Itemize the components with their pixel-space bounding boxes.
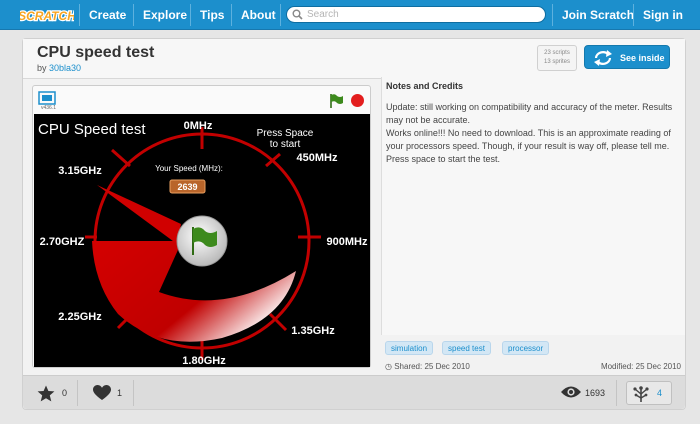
eye-icon xyxy=(561,386,581,398)
notes-paragraph: Update: still working on compatibility a… xyxy=(386,102,673,125)
nav-create[interactable]: Create xyxy=(79,0,136,30)
dial-label: 3.15GHz xyxy=(58,165,102,177)
remix-button[interactable]: 4 xyxy=(626,381,672,405)
project-author-line: by 30bla30 xyxy=(37,63,81,73)
views-count: 1693 xyxy=(585,388,606,398)
see-inside-button[interactable]: See inside xyxy=(584,45,670,69)
love-stat[interactable]: 0 xyxy=(37,376,71,410)
stage-hint-line1: Press Space xyxy=(257,128,314,139)
sign-in-link[interactable]: Sign in xyxy=(633,0,693,30)
notes-body: Update: still working on compatibility a… xyxy=(386,101,682,166)
stats-divider xyxy=(133,380,134,406)
remix-count: 4 xyxy=(657,388,663,398)
shared-date: ◷ Shared: 25 Dec 2010 xyxy=(385,362,470,371)
speed-gauge: Your Speed (MHz): 2639 CPU Speed test Pr… xyxy=(38,120,368,367)
stage-hint-line2: to start xyxy=(270,139,301,150)
project-header: CPU speed test by 30bla30 23 scripts 13 … xyxy=(23,39,685,79)
top-nav: SCRATCH Create Explore Tips About Join S… xyxy=(0,0,700,30)
dial-label: 2.70GHZ xyxy=(40,236,85,248)
nav-tips[interactable]: Tips xyxy=(190,0,234,30)
search-box[interactable] xyxy=(286,6,546,23)
search-input[interactable] xyxy=(307,8,539,21)
views-stat: 1693 xyxy=(561,376,611,410)
nav-about[interactable]: About xyxy=(231,0,286,30)
nav-divider xyxy=(280,4,281,26)
nav-explore[interactable]: Explore xyxy=(133,0,197,30)
logo-text: SCRATCH xyxy=(20,9,74,23)
love-count: 0 xyxy=(62,388,68,398)
dial-label: 0MHz xyxy=(184,120,213,132)
author-link[interactable]: 30bla30 xyxy=(49,63,81,73)
notes-panel: Notes and Credits Update: still working … xyxy=(381,77,685,335)
notes-paragraph: Works online!!! No need to download. Thi… xyxy=(386,128,671,164)
project-counts: 23 scripts 13 sprites xyxy=(537,45,577,71)
heart-icon xyxy=(93,385,111,400)
stats-bar: 0 1 1693 4 xyxy=(23,375,685,409)
scripts-count: 23 scripts xyxy=(544,50,570,56)
search-icon xyxy=(292,9,303,20)
dial-label: 1.35GHz xyxy=(291,325,335,337)
fullscreen-icon[interactable] xyxy=(38,91,56,105)
remix-tree-icon xyxy=(633,386,649,402)
project-player: v436.1 Your Speed (MHz): 2639 CPU Speed … xyxy=(32,85,371,368)
tag-processor[interactable]: processor xyxy=(502,341,550,355)
see-inside-icon xyxy=(594,50,612,66)
tag-simulation[interactable]: simulation xyxy=(385,341,434,355)
project-panel: CPU speed test by 30bla30 23 scripts 13 … xyxy=(22,38,686,410)
clock-icon: ◷ xyxy=(385,362,395,371)
favorite-count: 1 xyxy=(117,388,123,398)
dial-label: 450MHz xyxy=(297,152,338,164)
player-controls: v436.1 xyxy=(33,86,370,114)
gauge-tick xyxy=(111,148,131,168)
sprites-count: 13 sprites xyxy=(543,59,570,65)
shared-date-text: Shared: 25 Dec 2010 xyxy=(394,362,470,371)
gauge-needle xyxy=(97,185,181,244)
star-icon xyxy=(37,385,55,402)
player-version: v436.1 xyxy=(41,105,57,111)
join-scratch-link[interactable]: Join Scratch xyxy=(552,0,644,30)
stop-button[interactable] xyxy=(351,94,364,107)
dial-label: 900MHz xyxy=(327,236,368,248)
stats-divider xyxy=(77,380,78,406)
see-inside-label: See inside xyxy=(620,53,665,63)
dial-label: 1.80GHz xyxy=(182,355,226,367)
project-title: CPU speed test xyxy=(37,44,155,61)
dial-label: 2.25GHz xyxy=(58,311,102,323)
your-speed-value: 2639 xyxy=(177,182,197,192)
modified-date: Modified: 25 Dec 2010 xyxy=(600,362,681,371)
favorite-stat[interactable]: 1 xyxy=(93,376,127,410)
stage-title: CPU Speed test xyxy=(38,121,146,138)
notes-title: Notes and Credits xyxy=(386,81,464,91)
by-label: by xyxy=(37,63,47,73)
stats-divider xyxy=(616,380,617,406)
tag-speed-test[interactable]: speed test xyxy=(442,341,491,355)
green-flag-icon[interactable] xyxy=(328,93,344,109)
your-speed-label: Your Speed (MHz): xyxy=(155,164,223,173)
scratch-logo[interactable]: SCRATCH xyxy=(20,5,74,25)
stage-canvas[interactable]: Your Speed (MHz): 2639 CPU Speed test Pr… xyxy=(34,114,370,367)
